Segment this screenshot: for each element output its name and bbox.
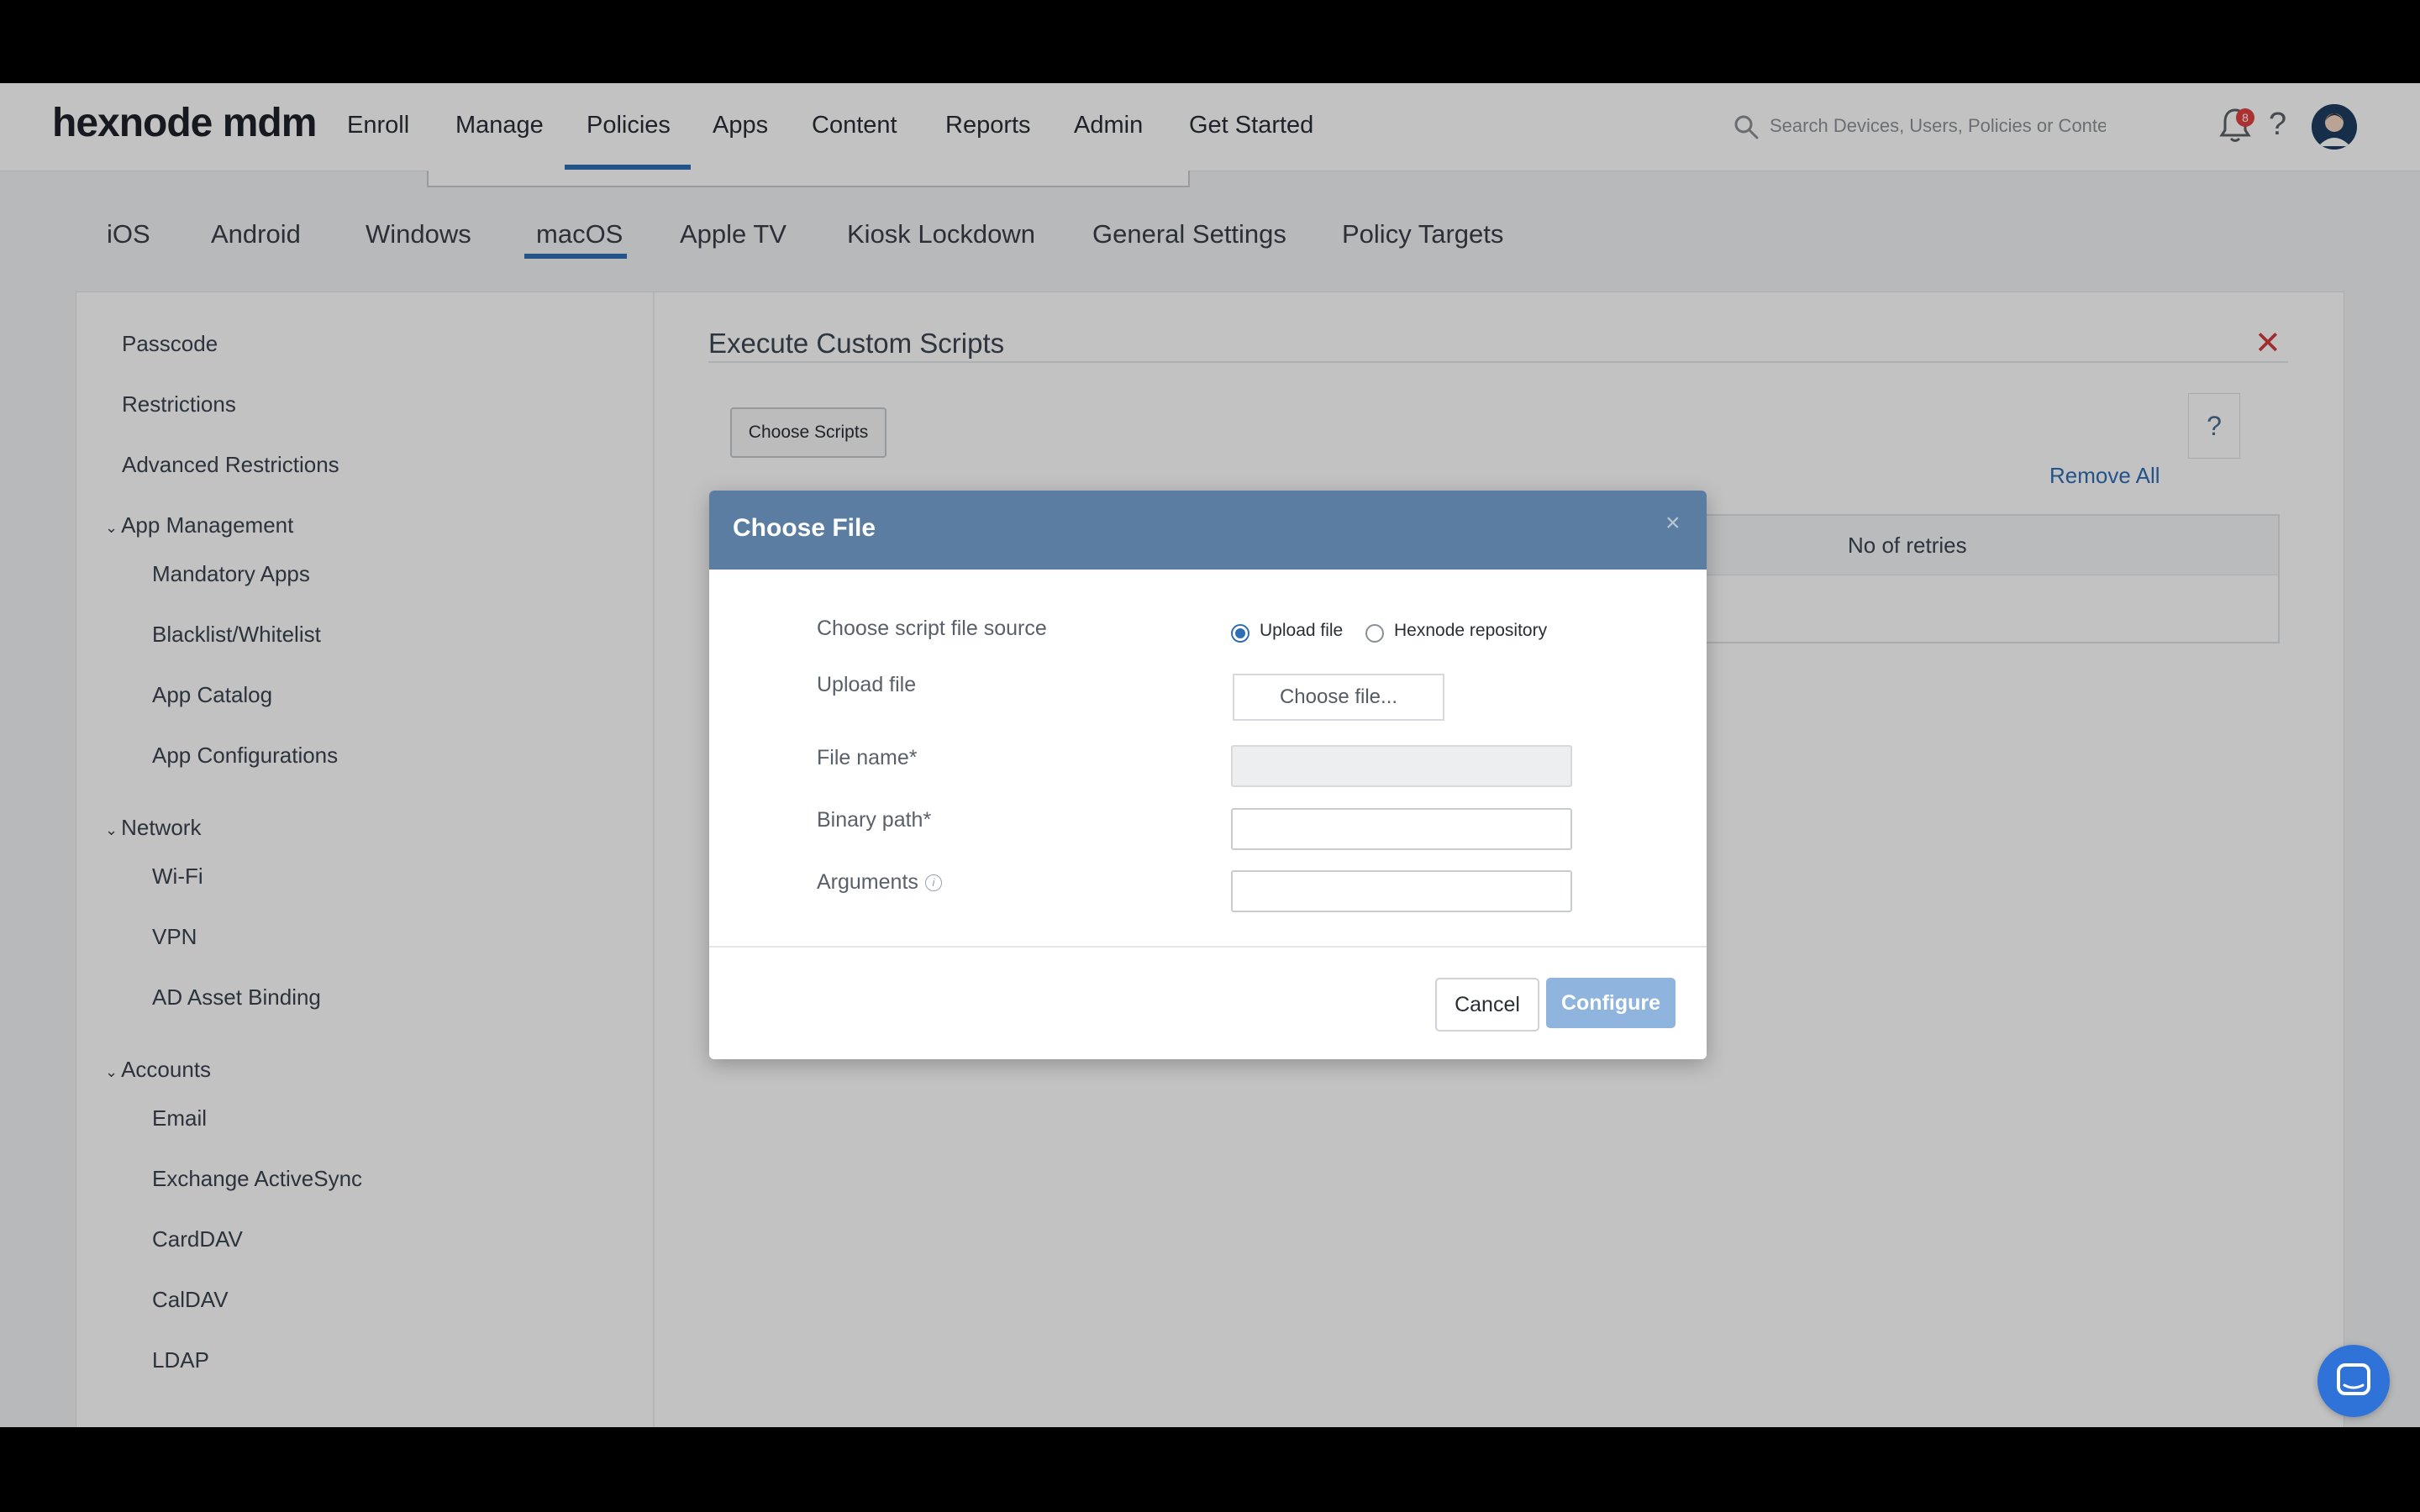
file-name-label: File name* — [817, 746, 918, 769]
dialog-close-icon[interactable]: × — [1665, 509, 1681, 538]
configure-button[interactable]: Configure — [1546, 978, 1676, 1028]
radio-hexnode-repository-label[interactable]: Hexnode repository — [1394, 621, 1547, 641]
choose-file-button[interactable]: Choose file... — [1233, 674, 1444, 721]
info-icon[interactable]: i — [924, 874, 942, 892]
app-window: hexnode mdm Enroll Manage Policies Apps … — [0, 83, 2420, 1427]
choose-file-dialog: Choose File × Choose script file source … — [709, 491, 1707, 1059]
upload-file-label: Upload file — [817, 673, 917, 696]
dialog-title: Choose File — [733, 514, 876, 542]
radio-hexnode-repository[interactable] — [1365, 624, 1384, 643]
radio-upload-file[interactable] — [1231, 624, 1249, 643]
binary-path-field[interactable] — [1231, 808, 1572, 850]
arguments-field[interactable] — [1231, 870, 1572, 912]
chat-icon[interactable] — [2317, 1345, 2390, 1417]
radio-upload-file-label[interactable]: Upload file — [1260, 621, 1343, 641]
cancel-button[interactable]: Cancel — [1435, 978, 1539, 1032]
source-label: Choose script file source — [817, 617, 1047, 640]
dialog-header: Choose File × — [709, 491, 1707, 570]
file-name-field — [1231, 745, 1572, 787]
arguments-label: Arguments i — [817, 870, 942, 895]
binary-path-label: Binary path* — [817, 808, 932, 832]
dialog-footer-divider — [709, 946, 1707, 948]
